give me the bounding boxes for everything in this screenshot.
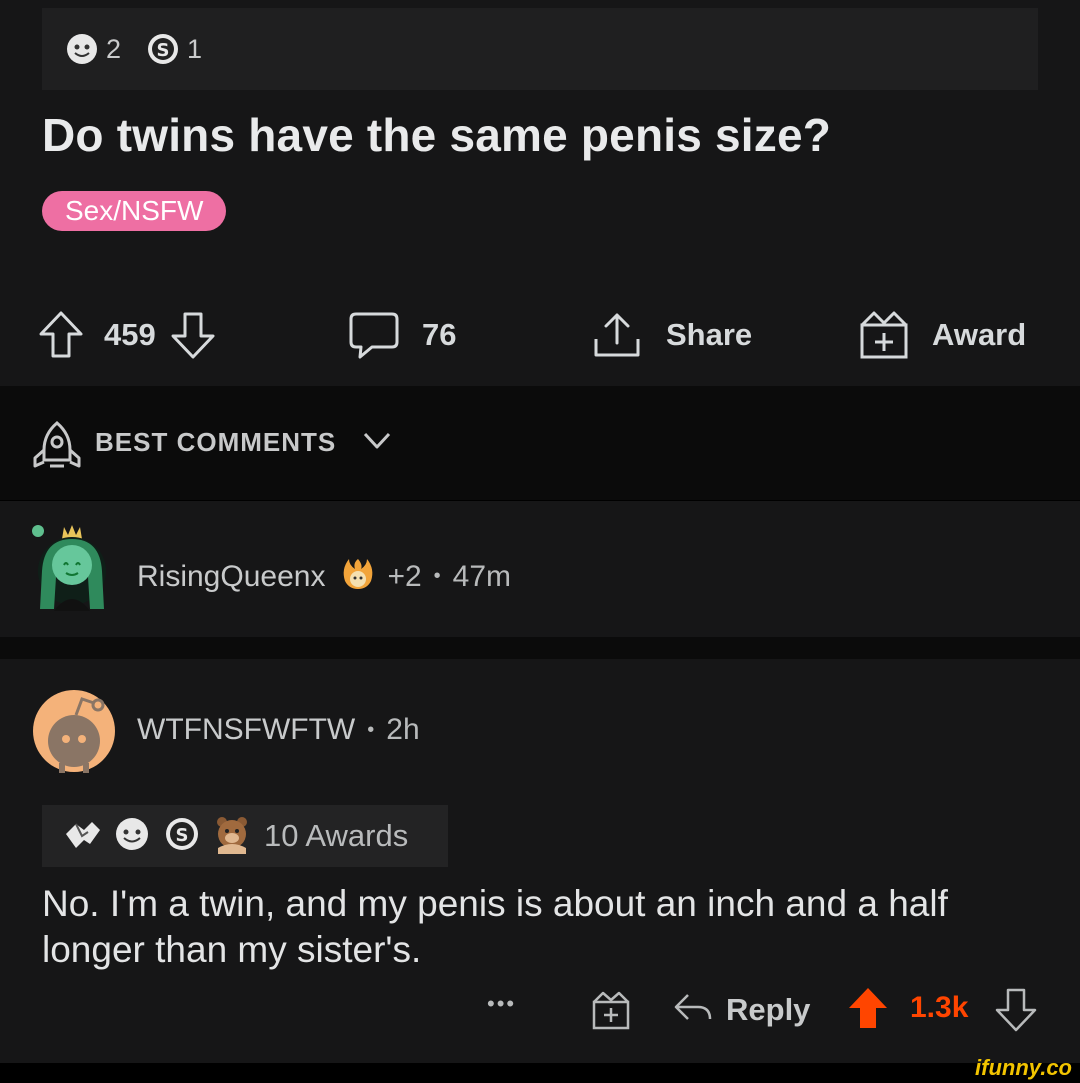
- silver-award-icon: S: [145, 31, 181, 67]
- flame-award-icon: [339, 555, 377, 598]
- username[interactable]: RisingQueenx: [137, 560, 325, 594]
- silver-award-icon: S: [162, 814, 202, 859]
- sort-label: BEST COMMENTS: [95, 427, 337, 457]
- reply-icon: [672, 987, 714, 1032]
- post-title[interactable]: Do twins have the same penis size?: [42, 108, 831, 162]
- gift-icon[interactable]: [590, 989, 632, 1036]
- username[interactable]: WTFNSFWFTW: [137, 713, 355, 747]
- silver-award-count: 1: [187, 33, 203, 64]
- rocket-icon: [32, 420, 82, 475]
- vote-group: 459: [38, 300, 216, 370]
- upvote-icon-active[interactable]: [846, 985, 890, 1036]
- upvote-icon[interactable]: [38, 310, 84, 360]
- svg-text:S: S: [157, 40, 170, 61]
- comment-time: 47m: [452, 559, 512, 593]
- avatar[interactable]: [30, 521, 114, 626]
- watermark: ifunny.co: [975, 1055, 1072, 1080]
- awards-count-label: 10 Awards: [264, 818, 409, 853]
- meta-separator: •: [433, 565, 441, 587]
- divider: [0, 637, 1080, 659]
- wholesome-award-icon: [112, 814, 152, 859]
- chevron-down-icon: [362, 430, 392, 457]
- awards-chip[interactable]: S 10 Awards: [42, 805, 448, 867]
- comment-sort-bar[interactable]: BEST COMMENTS: [0, 386, 1080, 500]
- reply-button[interactable]: Reply: [672, 987, 810, 1032]
- downvote-icon[interactable]: [170, 310, 216, 360]
- more-options-button[interactable]: •••: [487, 991, 516, 1017]
- post-awards-bar[interactable]: 2 S 1: [42, 8, 1038, 90]
- comment-header: RisingQueenx +2 • 47m: [137, 555, 511, 598]
- bear-award-icon: [212, 814, 252, 859]
- reply-label: Reply: [726, 991, 811, 1027]
- avatar[interactable]: [32, 689, 116, 778]
- handshake-award-icon: [62, 814, 102, 859]
- post-action-bar: 459 76 Share Award: [0, 300, 1080, 370]
- comment: WTFNSFWFTW • 2h S 10 Awards No. I'm a tw…: [0, 659, 1080, 1063]
- award-plus-count: +2: [387, 559, 422, 593]
- wholesome-award-icon: [64, 31, 100, 67]
- post-flair[interactable]: Sex/NSFW: [42, 191, 227, 231]
- gift-icon: [858, 309, 910, 361]
- share-button[interactable]: Share: [592, 300, 752, 370]
- vote-count: 459: [104, 317, 156, 352]
- share-label: Share: [666, 317, 753, 352]
- downvote-icon[interactable]: [994, 987, 1038, 1038]
- award-label: Award: [932, 317, 1027, 352]
- comment-icon: [348, 310, 400, 360]
- footer-strip: [0, 1063, 1080, 1083]
- share-icon: [592, 309, 642, 361]
- comments-button[interactable]: 76: [348, 300, 456, 370]
- comment-body: No. I'm a twin, and my penis is about an…: [42, 883, 948, 970]
- comment-action-bar: ••• Reply 1.3k: [0, 981, 1080, 1037]
- award-button[interactable]: Award: [858, 300, 1026, 370]
- comment-count: 76: [422, 317, 457, 352]
- comment-collapsed[interactable]: RisingQueenx +2 • 47m: [0, 501, 1080, 637]
- comment-time: 2h: [386, 713, 420, 746]
- wholesome-award-count: 2: [106, 33, 122, 64]
- comment-header: WTFNSFWFTW • 2h: [137, 713, 420, 747]
- meta-separator: •: [367, 718, 375, 741]
- post-card: 2 S 1 Do twins have the same penis size?…: [0, 0, 1080, 386]
- svg-text:S: S: [176, 825, 189, 846]
- comment-score: 1.3k: [910, 991, 969, 1024]
